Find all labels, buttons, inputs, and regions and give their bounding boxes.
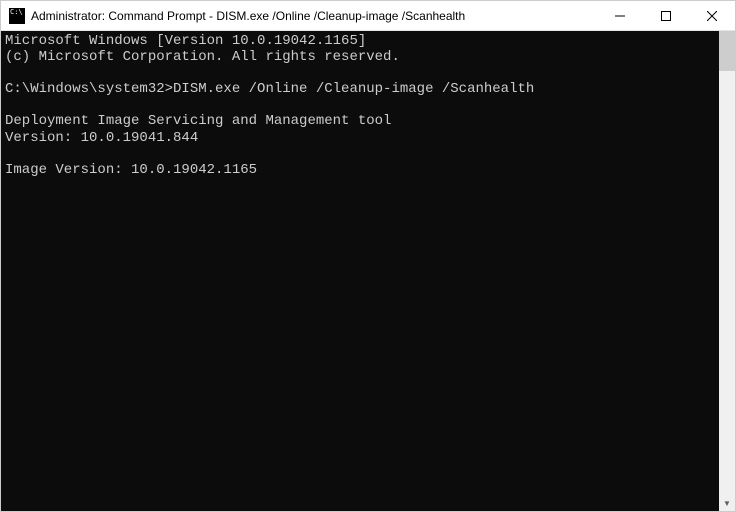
maximize-icon	[661, 11, 671, 21]
scroll-thumb[interactable]	[719, 31, 735, 71]
close-button[interactable]	[689, 1, 735, 30]
titlebar: Administrator: Command Prompt - DISM.exe…	[1, 1, 735, 31]
console-output[interactable]: Microsoft Windows [Version 10.0.19042.11…	[1, 31, 719, 511]
console-line: C:\Windows\system32>DISM.exe /Online /Cl…	[5, 81, 534, 97]
window-controls	[597, 1, 735, 30]
minimize-icon	[615, 11, 625, 21]
close-icon	[707, 11, 717, 21]
console-line: (c) Microsoft Corporation. All rights re…	[5, 49, 400, 65]
console-line: Microsoft Windows [Version 10.0.19042.11…	[5, 33, 366, 49]
cmd-icon	[9, 8, 25, 24]
console-line: Deployment Image Servicing and Managemen…	[5, 113, 391, 129]
scroll-down-arrow-icon[interactable]: ▼	[719, 495, 735, 511]
console-line: Version: 10.0.19041.844	[5, 130, 198, 146]
vertical-scrollbar[interactable]: ▲ ▼	[719, 31, 735, 511]
maximize-button[interactable]	[643, 1, 689, 30]
console-area: Microsoft Windows [Version 10.0.19042.11…	[1, 31, 735, 511]
minimize-button[interactable]	[597, 1, 643, 30]
console-line: Image Version: 10.0.19042.1165	[5, 162, 257, 178]
window-title: Administrator: Command Prompt - DISM.exe…	[31, 9, 597, 23]
